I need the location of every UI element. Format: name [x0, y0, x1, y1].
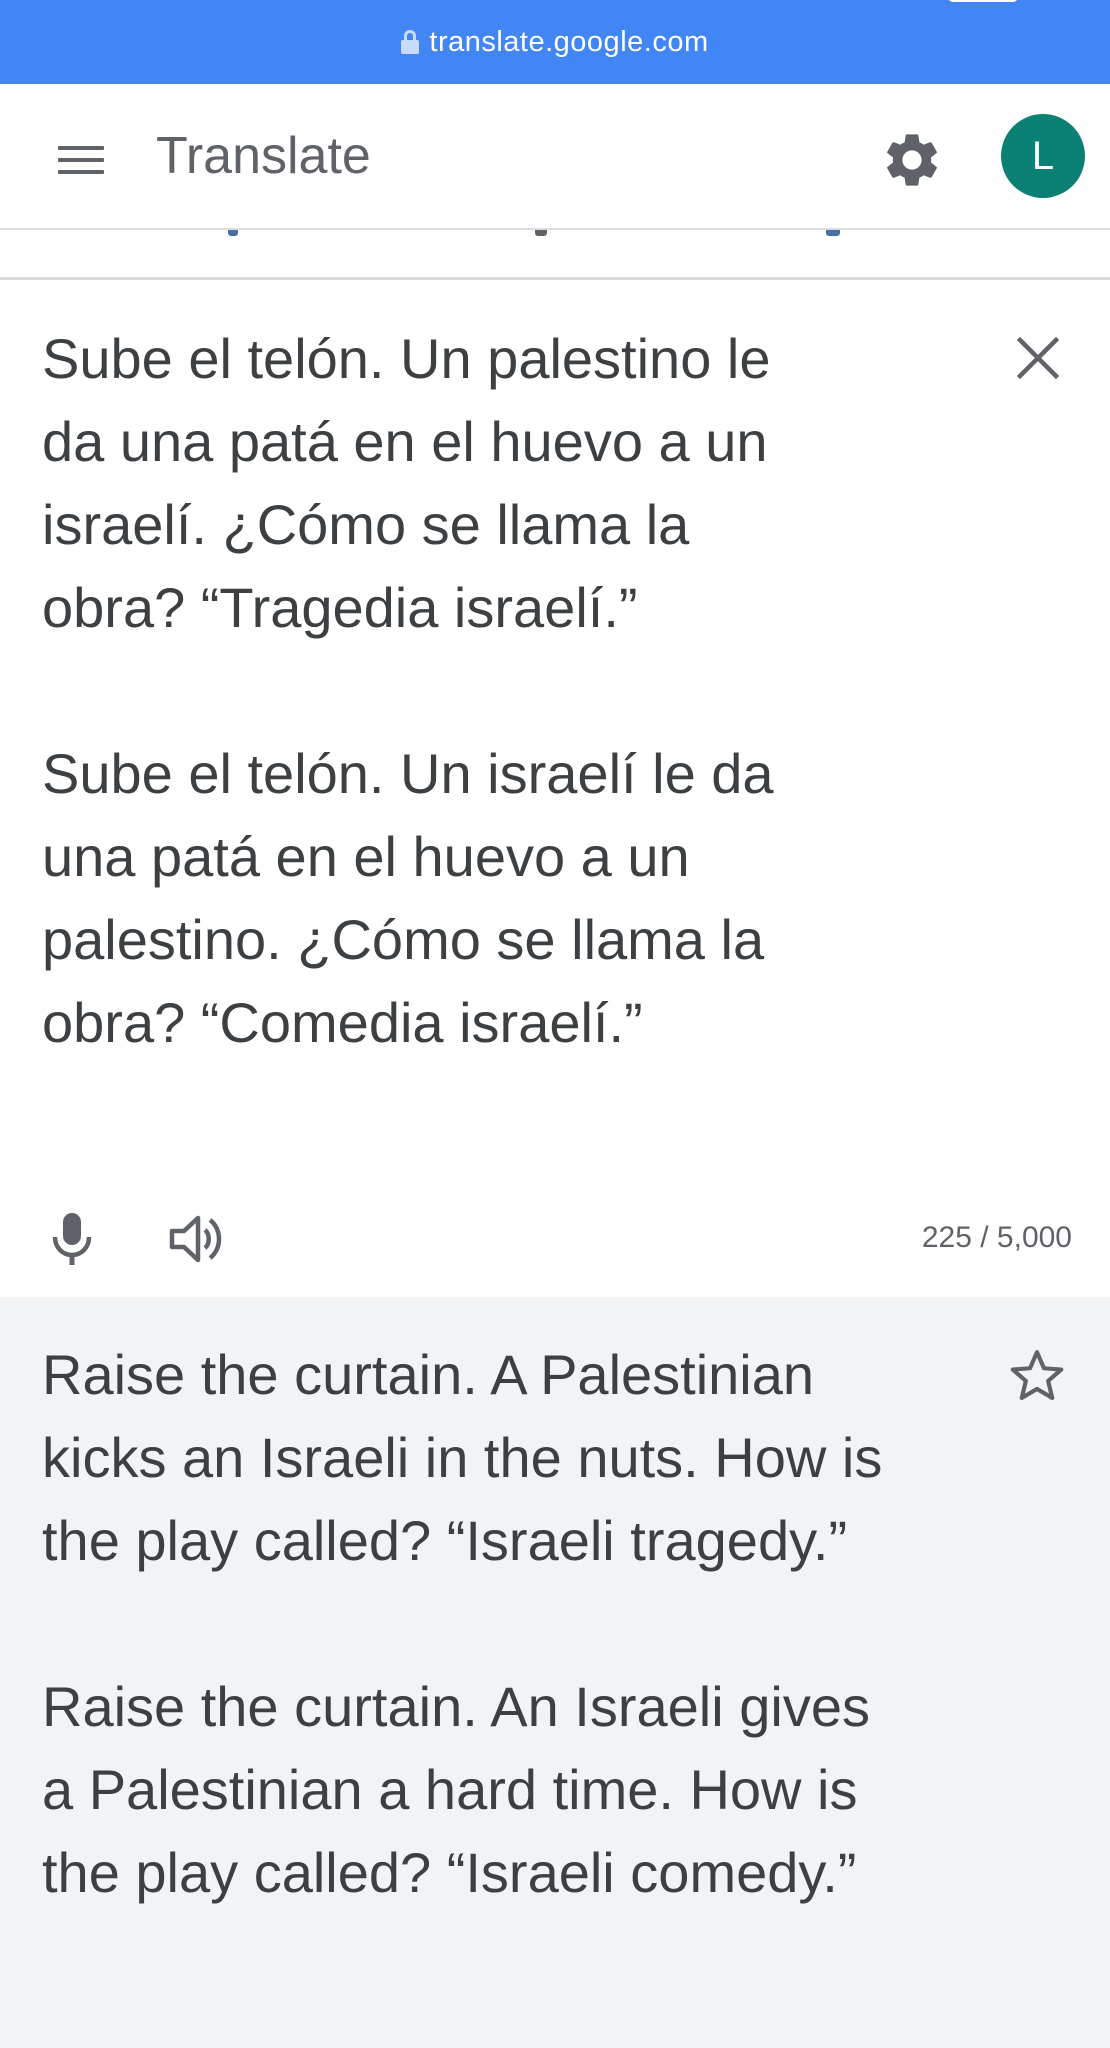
source-text-panel[interactable]: Sube el telón. Un palestino le da una pa… [0, 283, 1110, 1297]
tab-switcher-edge[interactable] [948, 0, 1018, 2]
url-display[interactable]: translate.google.com [401, 26, 708, 59]
star-icon[interactable] [1006, 1345, 1068, 1407]
lock-icon [401, 30, 420, 54]
url-text: translate.google.com [429, 25, 709, 58]
close-icon[interactable] [1010, 330, 1066, 386]
translation-output: Raise the curtain. A Palestinian kicks a… [42, 1343, 883, 1904]
translation-panel: Raise the curtain. A Palestinian kicks a… [0, 1297, 1110, 2048]
app-header: Translate L [0, 84, 1110, 230]
app-title: Translate [156, 127, 371, 185]
language-selector-bar[interactable] [0, 230, 1110, 280]
mic-icon[interactable] [48, 1209, 96, 1269]
scrolled-text-fragment [228, 230, 238, 236]
character-count: 225 / 5,000 [921, 1221, 1072, 1254]
scrolled-text-fragment [826, 230, 840, 236]
hamburger-menu-icon[interactable] [56, 140, 108, 176]
avatar[interactable]: L [1001, 114, 1085, 198]
gear-icon[interactable] [880, 128, 944, 192]
source-textarea[interactable]: Sube el telón. Un palestino le da una pa… [42, 317, 872, 1064]
speaker-icon[interactable] [168, 1211, 228, 1267]
scrolled-text-fragment [535, 230, 547, 236]
browser-url-bar[interactable]: translate.google.com [0, 0, 1110, 84]
